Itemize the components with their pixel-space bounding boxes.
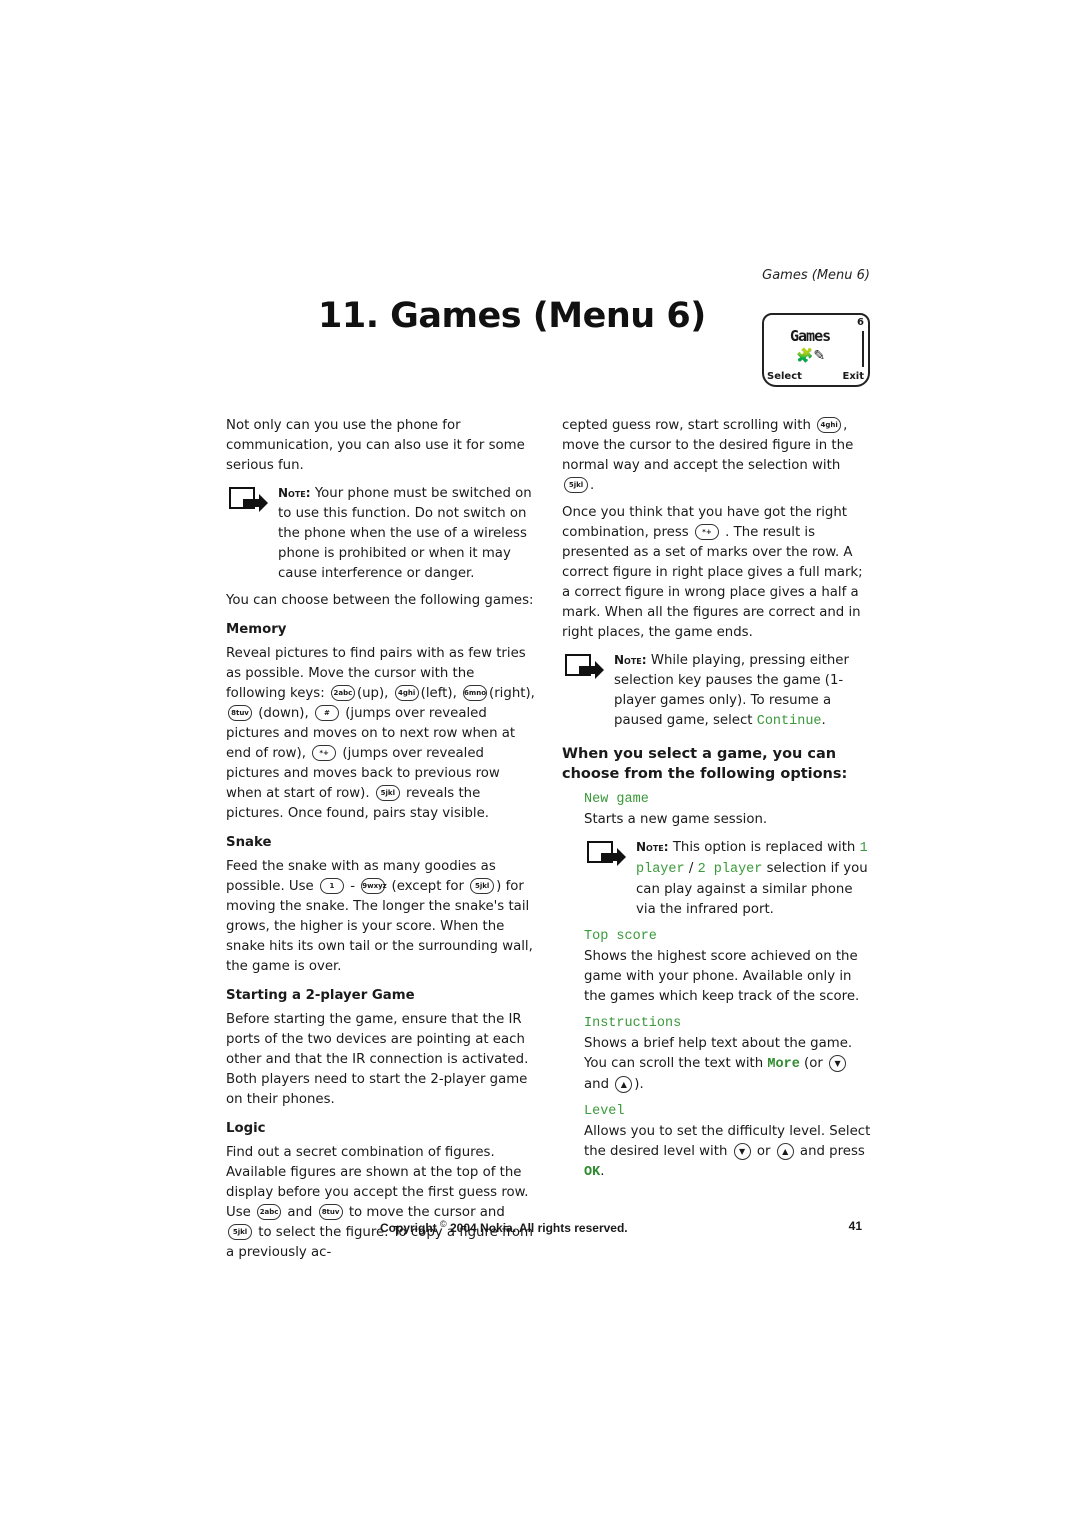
key-5-icon: 5jkl	[470, 878, 495, 894]
phone-display-illustration: Games 6 🧩✎ Select Exit	[762, 313, 870, 387]
options-heading: When you select a game, you can choose f…	[562, 746, 848, 782]
instructions-and: and	[584, 1077, 610, 1092]
snake-dash: -	[350, 879, 356, 894]
instructions-end: ).	[634, 1077, 644, 1092]
running-head: Games (Menu 6)	[762, 268, 870, 283]
option-name: Top score	[584, 929, 657, 944]
option-description: Shows a brief help text about the game. …	[584, 1034, 872, 1095]
slash: /	[688, 861, 694, 876]
key-1-icon: 1	[319, 878, 344, 894]
key-hash-icon: #	[314, 705, 339, 721]
combination-paragraph: Once you think that you have got the rig…	[562, 503, 872, 643]
memory-paragraph: Reveal pictures to find pairs with as fe…	[226, 644, 536, 824]
memory-up: (up),	[356, 686, 389, 701]
continue-menu-item: Continue	[756, 714, 822, 729]
key-star-icon: *+	[312, 745, 337, 761]
key-4-icon: 4ghi	[394, 685, 419, 701]
note-icon	[587, 841, 626, 866]
logic-cont-period: .	[590, 478, 595, 493]
phone-display-menu-number: 6	[857, 317, 864, 328]
logic-continued-paragraph: cepted guess row, start scrolling with 4…	[562, 416, 872, 496]
key-5-icon: 5jkl	[564, 477, 588, 493]
phone-right-softkey: Exit	[842, 371, 865, 382]
note-label: Note:	[278, 486, 311, 500]
scroll-down-key-icon: ▼	[733, 1142, 751, 1160]
intro-paragraph: Not only can you use the phone for commu…	[226, 418, 525, 473]
option-new-game: New game Starts a new game session. Note…	[562, 790, 872, 920]
option-name: New game	[584, 792, 649, 807]
ok-softkey-label: OK	[584, 1165, 601, 1180]
puzzle-pieces-icon: 🧩✎	[796, 348, 826, 364]
memory-right: (right),	[489, 686, 535, 701]
memory-left: (left),	[420, 686, 457, 701]
scrollbar-icon	[862, 331, 864, 367]
memory-down: (down),	[258, 706, 309, 721]
copyright-symbol: ©	[440, 1219, 447, 1229]
copyright-label: Copyright	[380, 1221, 437, 1235]
logic-cont-text: cepted guess row, start scrolling with	[562, 418, 811, 433]
logic-paragraph: Find out a secret combination of figures…	[226, 1143, 536, 1263]
key-2-icon: 2abc	[330, 685, 355, 701]
note-label: Note:	[614, 653, 647, 667]
key-star-icon: *+	[694, 524, 719, 540]
logic-heading: Logic	[226, 1121, 266, 1136]
page-number: 41	[848, 1219, 862, 1233]
note-text: This option is replaced with	[672, 840, 856, 855]
option-description: Starts a new game session.	[584, 812, 768, 827]
note-icon	[229, 487, 268, 512]
two-player-item: 2 player	[697, 862, 763, 877]
level-or: or	[756, 1144, 771, 1159]
level-end: .	[600, 1164, 605, 1179]
option-top-score: Top score Shows the highest score achiev…	[562, 927, 872, 1007]
key-2-icon: 2abc	[257, 1204, 282, 1220]
option-instructions: Instructions Shows a brief help text abo…	[562, 1014, 872, 1095]
logic-and: and	[287, 1205, 313, 1220]
snake-paragraph: Feed the snake with as many goodies as p…	[226, 857, 536, 977]
note-block: Note: This option is replaced with 1 pla…	[584, 837, 872, 920]
scroll-up-key-icon: ▲	[776, 1142, 794, 1160]
key-9-icon: 9wxyz	[361, 878, 387, 894]
key-8-icon: 8tuv	[228, 705, 252, 721]
note-period: .	[821, 713, 826, 728]
option-name: Instructions	[584, 1016, 682, 1031]
snake-except: (except for	[391, 879, 464, 894]
note-icon	[565, 654, 604, 679]
logic-text-2: to move the cursor and	[348, 1205, 505, 1220]
phone-display-title: Games	[790, 327, 831, 345]
chapter-title: 11. Games (Menu 6)	[318, 296, 706, 336]
key-4-icon: 4ghi	[817, 417, 842, 433]
choose-text: You can choose between the following gam…	[226, 593, 534, 608]
phone-left-softkey: Select	[767, 371, 802, 382]
copyright-text: 2004 Nokia. All rights reserved.	[450, 1221, 628, 1235]
scroll-down-key-icon: ▼	[829, 1054, 847, 1072]
note-text: Your phone must be switched on to use th…	[278, 486, 532, 581]
level-text-2: and press	[799, 1144, 865, 1159]
note-label: Note:	[636, 840, 669, 854]
option-name: Level	[584, 1104, 625, 1119]
more-softkey-label: More	[767, 1057, 800, 1072]
key-5-icon: 5jkl	[375, 785, 400, 801]
note-block: Note: While playing, pressing either sel…	[562, 650, 872, 732]
key-8-icon: 8tuv	[318, 1204, 343, 1220]
option-level: Level Allows you to set the difficulty l…	[562, 1102, 872, 1183]
option-description: Shows the highest score achieved on the …	[584, 949, 860, 1004]
scroll-up-key-icon: ▲	[615, 1075, 633, 1093]
instructions-or: (or	[804, 1056, 823, 1071]
key-6-icon: 6mno	[463, 685, 488, 701]
memory-heading: Memory	[226, 622, 287, 637]
page-footer: Copyright © 2004 Nokia. All rights reser…	[380, 1219, 862, 1235]
key-5-icon: 5jkl	[228, 1224, 252, 1240]
right-column: cepted guess row, start scrolling with 4…	[562, 416, 872, 1190]
left-column: Not only can you use the phone for commu…	[226, 416, 536, 1270]
two-player-paragraph: Before starting the game, ensure that th…	[226, 1012, 529, 1107]
combination-text-2: . The result is presented as a set of ma…	[562, 525, 863, 640]
note-block: Note: Your phone must be switched on to …	[226, 483, 536, 584]
two-player-heading: Starting a 2-player Game	[226, 988, 415, 1003]
option-description: Allows you to set the difficulty level. …	[584, 1122, 872, 1183]
snake-heading: Snake	[226, 835, 272, 850]
